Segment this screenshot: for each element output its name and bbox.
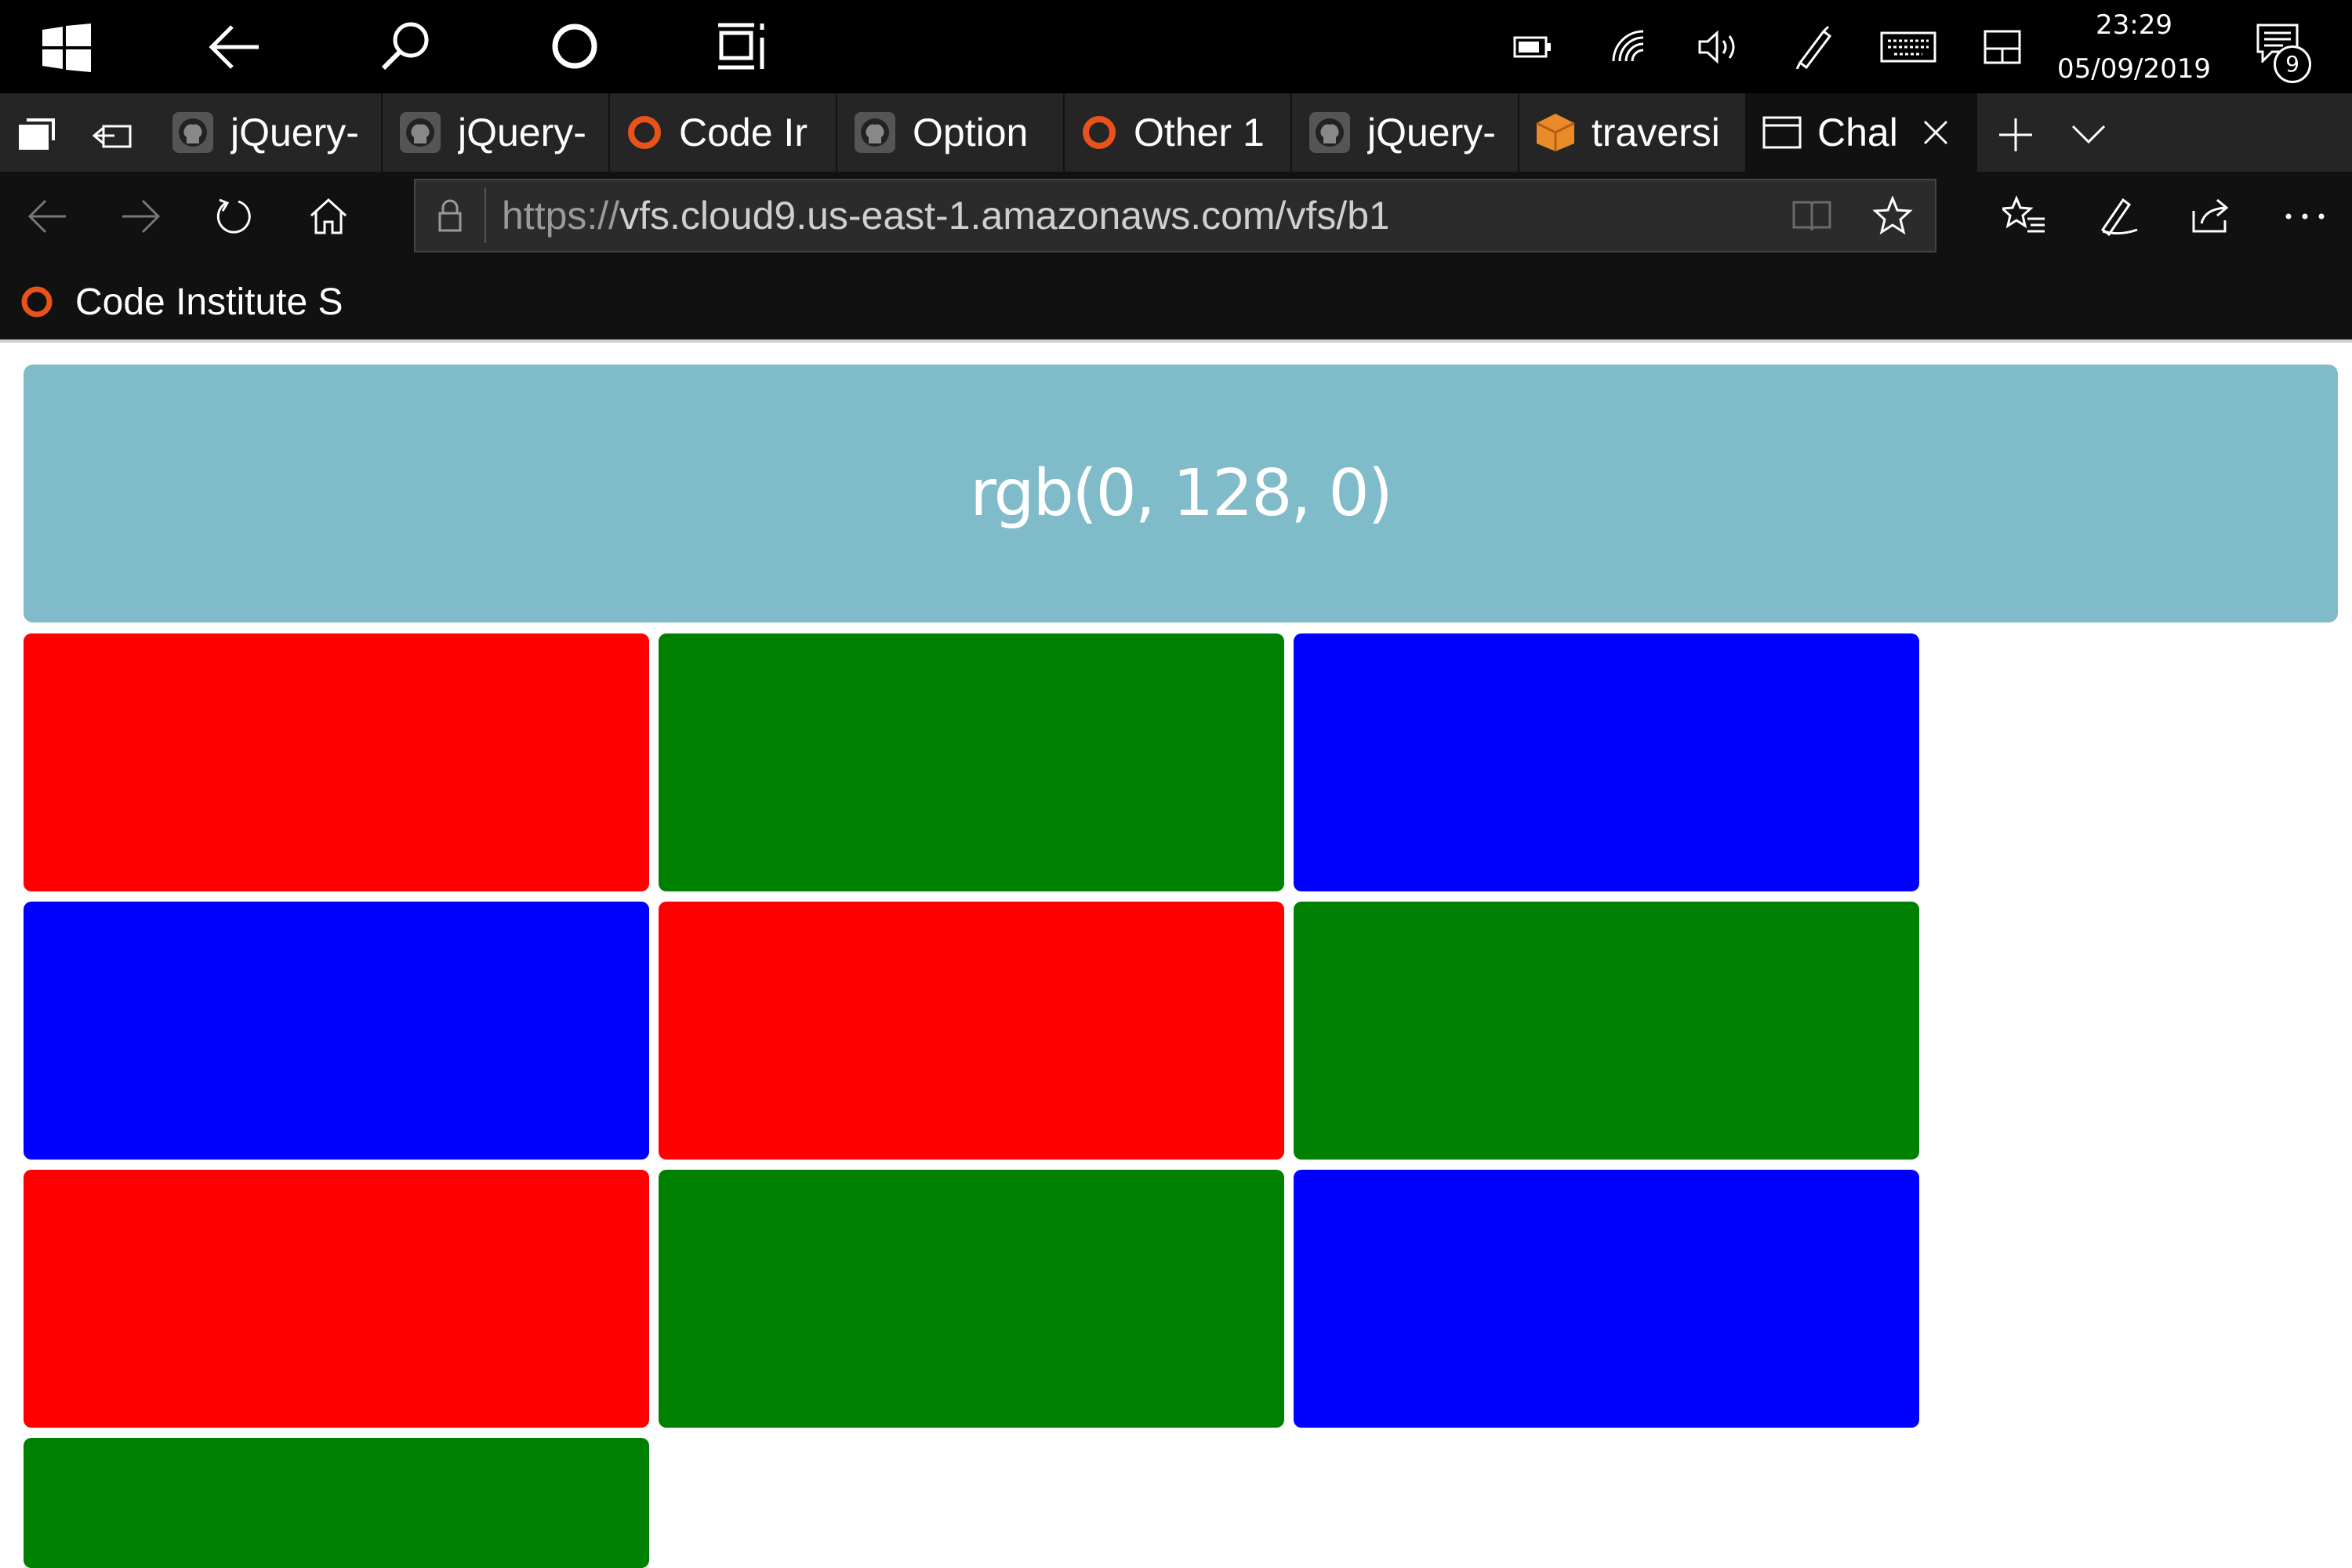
search-icon[interactable] bbox=[379, 20, 431, 72]
tab-preview-chevron-down-icon[interactable] bbox=[2071, 125, 2106, 145]
colour-swatch[interactable] bbox=[1294, 902, 1919, 1160]
page-divider bbox=[0, 339, 2352, 343]
tab-title: Chal bbox=[1817, 111, 1896, 154]
clock-time[interactable]: 23:29 bbox=[2048, 9, 2220, 41]
colour-swatch[interactable] bbox=[659, 1170, 1284, 1428]
browser-tab-bar: jQuery- jQuery- Code Ir Option Other 1 j… bbox=[0, 93, 2352, 172]
colour-swatch[interactable] bbox=[659, 902, 1284, 1160]
touch-keyboard-icon[interactable] bbox=[1880, 31, 1936, 63]
tab-jquery-2[interactable]: jQuery- bbox=[381, 93, 610, 172]
new-tab-plus-icon[interactable] bbox=[1998, 117, 2034, 153]
tab-jquery-3[interactable]: jQuery- bbox=[1290, 93, 1519, 172]
colour-swatch[interactable] bbox=[659, 633, 1284, 891]
window-icon bbox=[1762, 116, 1802, 149]
colour-swatch[interactable] bbox=[24, 902, 649, 1160]
web-notes-pen-icon[interactable] bbox=[2096, 195, 2139, 238]
lock-icon bbox=[437, 199, 463, 232]
code-institute-icon bbox=[626, 114, 663, 151]
url-scheme: https:// bbox=[502, 194, 620, 238]
battery-icon[interactable] bbox=[1513, 34, 1552, 60]
share-icon[interactable] bbox=[2190, 197, 2233, 234]
address-bar-field[interactable]: https://vfs.cloud9.us-east-1.amazonaws.c… bbox=[414, 179, 1936, 252]
windows-start-icon[interactable] bbox=[42, 24, 91, 72]
tab-jquery-1[interactable]: jQuery- bbox=[154, 93, 383, 172]
forward-arrow-icon[interactable] bbox=[121, 198, 162, 234]
clock-date[interactable]: 05/09/2019 bbox=[2048, 53, 2220, 85]
github-icon bbox=[171, 111, 215, 154]
wifi-icon[interactable] bbox=[1610, 28, 1645, 64]
url-text[interactable]: https://vfs.cloud9.us-east-1.amazonaws.c… bbox=[502, 180, 1388, 251]
tablet-mode-icon[interactable] bbox=[1984, 30, 2021, 64]
code-institute-icon bbox=[19, 284, 55, 320]
colour-swatch[interactable] bbox=[24, 1170, 649, 1428]
colour-swatch[interactable] bbox=[24, 633, 649, 891]
set-aside-tabs-icon[interactable] bbox=[93, 118, 133, 150]
tab-title: Option bbox=[913, 111, 1029, 154]
favorites-list-icon[interactable] bbox=[2002, 195, 2046, 236]
tab-title: Code Ir bbox=[679, 111, 808, 154]
tab-title: jQuery- bbox=[230, 111, 359, 154]
tab-option[interactable]: Option bbox=[836, 93, 1065, 172]
colour-display-header: rgb(0, 128, 0) bbox=[24, 365, 2338, 622]
address-divider bbox=[485, 188, 486, 243]
pen-workspace-icon[interactable] bbox=[1792, 25, 1835, 69]
reading-view-book-icon[interactable] bbox=[1792, 199, 1831, 232]
target-colour-text: rgb(0, 128, 0) bbox=[970, 456, 1392, 531]
colour-swatch[interactable] bbox=[1294, 633, 1919, 891]
colour-swatch[interactable] bbox=[24, 1438, 649, 1568]
tab-title: jQuery- bbox=[1367, 111, 1496, 154]
tab-challenge-active[interactable]: Chal bbox=[1745, 93, 1977, 172]
github-icon bbox=[398, 111, 442, 154]
favorites-bar: Code Institute S bbox=[0, 264, 2352, 339]
cortana-icon[interactable] bbox=[550, 22, 599, 71]
tab-code-institute[interactable]: Code Ir bbox=[608, 93, 837, 172]
github-icon bbox=[853, 111, 897, 154]
tab-other[interactable]: Other 1 bbox=[1063, 93, 1292, 172]
windows-taskbar: 23:29 05/09/2019 9 bbox=[0, 0, 2352, 93]
tab-traversing[interactable]: traversi bbox=[1518, 93, 1747, 172]
close-tab-icon[interactable] bbox=[1922, 119, 1949, 146]
refresh-icon[interactable] bbox=[215, 197, 254, 236]
colour-swatch[interactable] bbox=[1294, 1170, 1919, 1428]
favorite-label: Code Institute S bbox=[75, 281, 343, 323]
favorite-code-institute[interactable]: Code Institute S bbox=[0, 264, 345, 339]
add-to-favorites-star-icon[interactable] bbox=[1872, 196, 1913, 235]
volume-icon[interactable] bbox=[1697, 30, 1739, 64]
home-icon[interactable] bbox=[309, 197, 348, 234]
url-path: vfs.cloud9.us-east-1.amazonaws.com/vfs/b… bbox=[619, 194, 1388, 238]
tab-title: traversi bbox=[1592, 111, 1720, 154]
cube-icon bbox=[1535, 112, 1576, 153]
tab-group-icon[interactable] bbox=[19, 117, 56, 150]
tab-title: Other 1 bbox=[1134, 111, 1265, 154]
github-icon bbox=[1308, 111, 1352, 154]
notification-count-badge: 9 bbox=[2274, 45, 2311, 83]
task-view-icon[interactable] bbox=[717, 22, 768, 71]
tab-title: jQuery- bbox=[458, 111, 586, 154]
back-arrow-icon[interactable] bbox=[27, 198, 67, 234]
code-institute-icon bbox=[1080, 114, 1118, 151]
more-options-ellipsis-icon[interactable] bbox=[2285, 212, 2325, 220]
back-arrow-icon[interactable] bbox=[209, 24, 260, 71]
